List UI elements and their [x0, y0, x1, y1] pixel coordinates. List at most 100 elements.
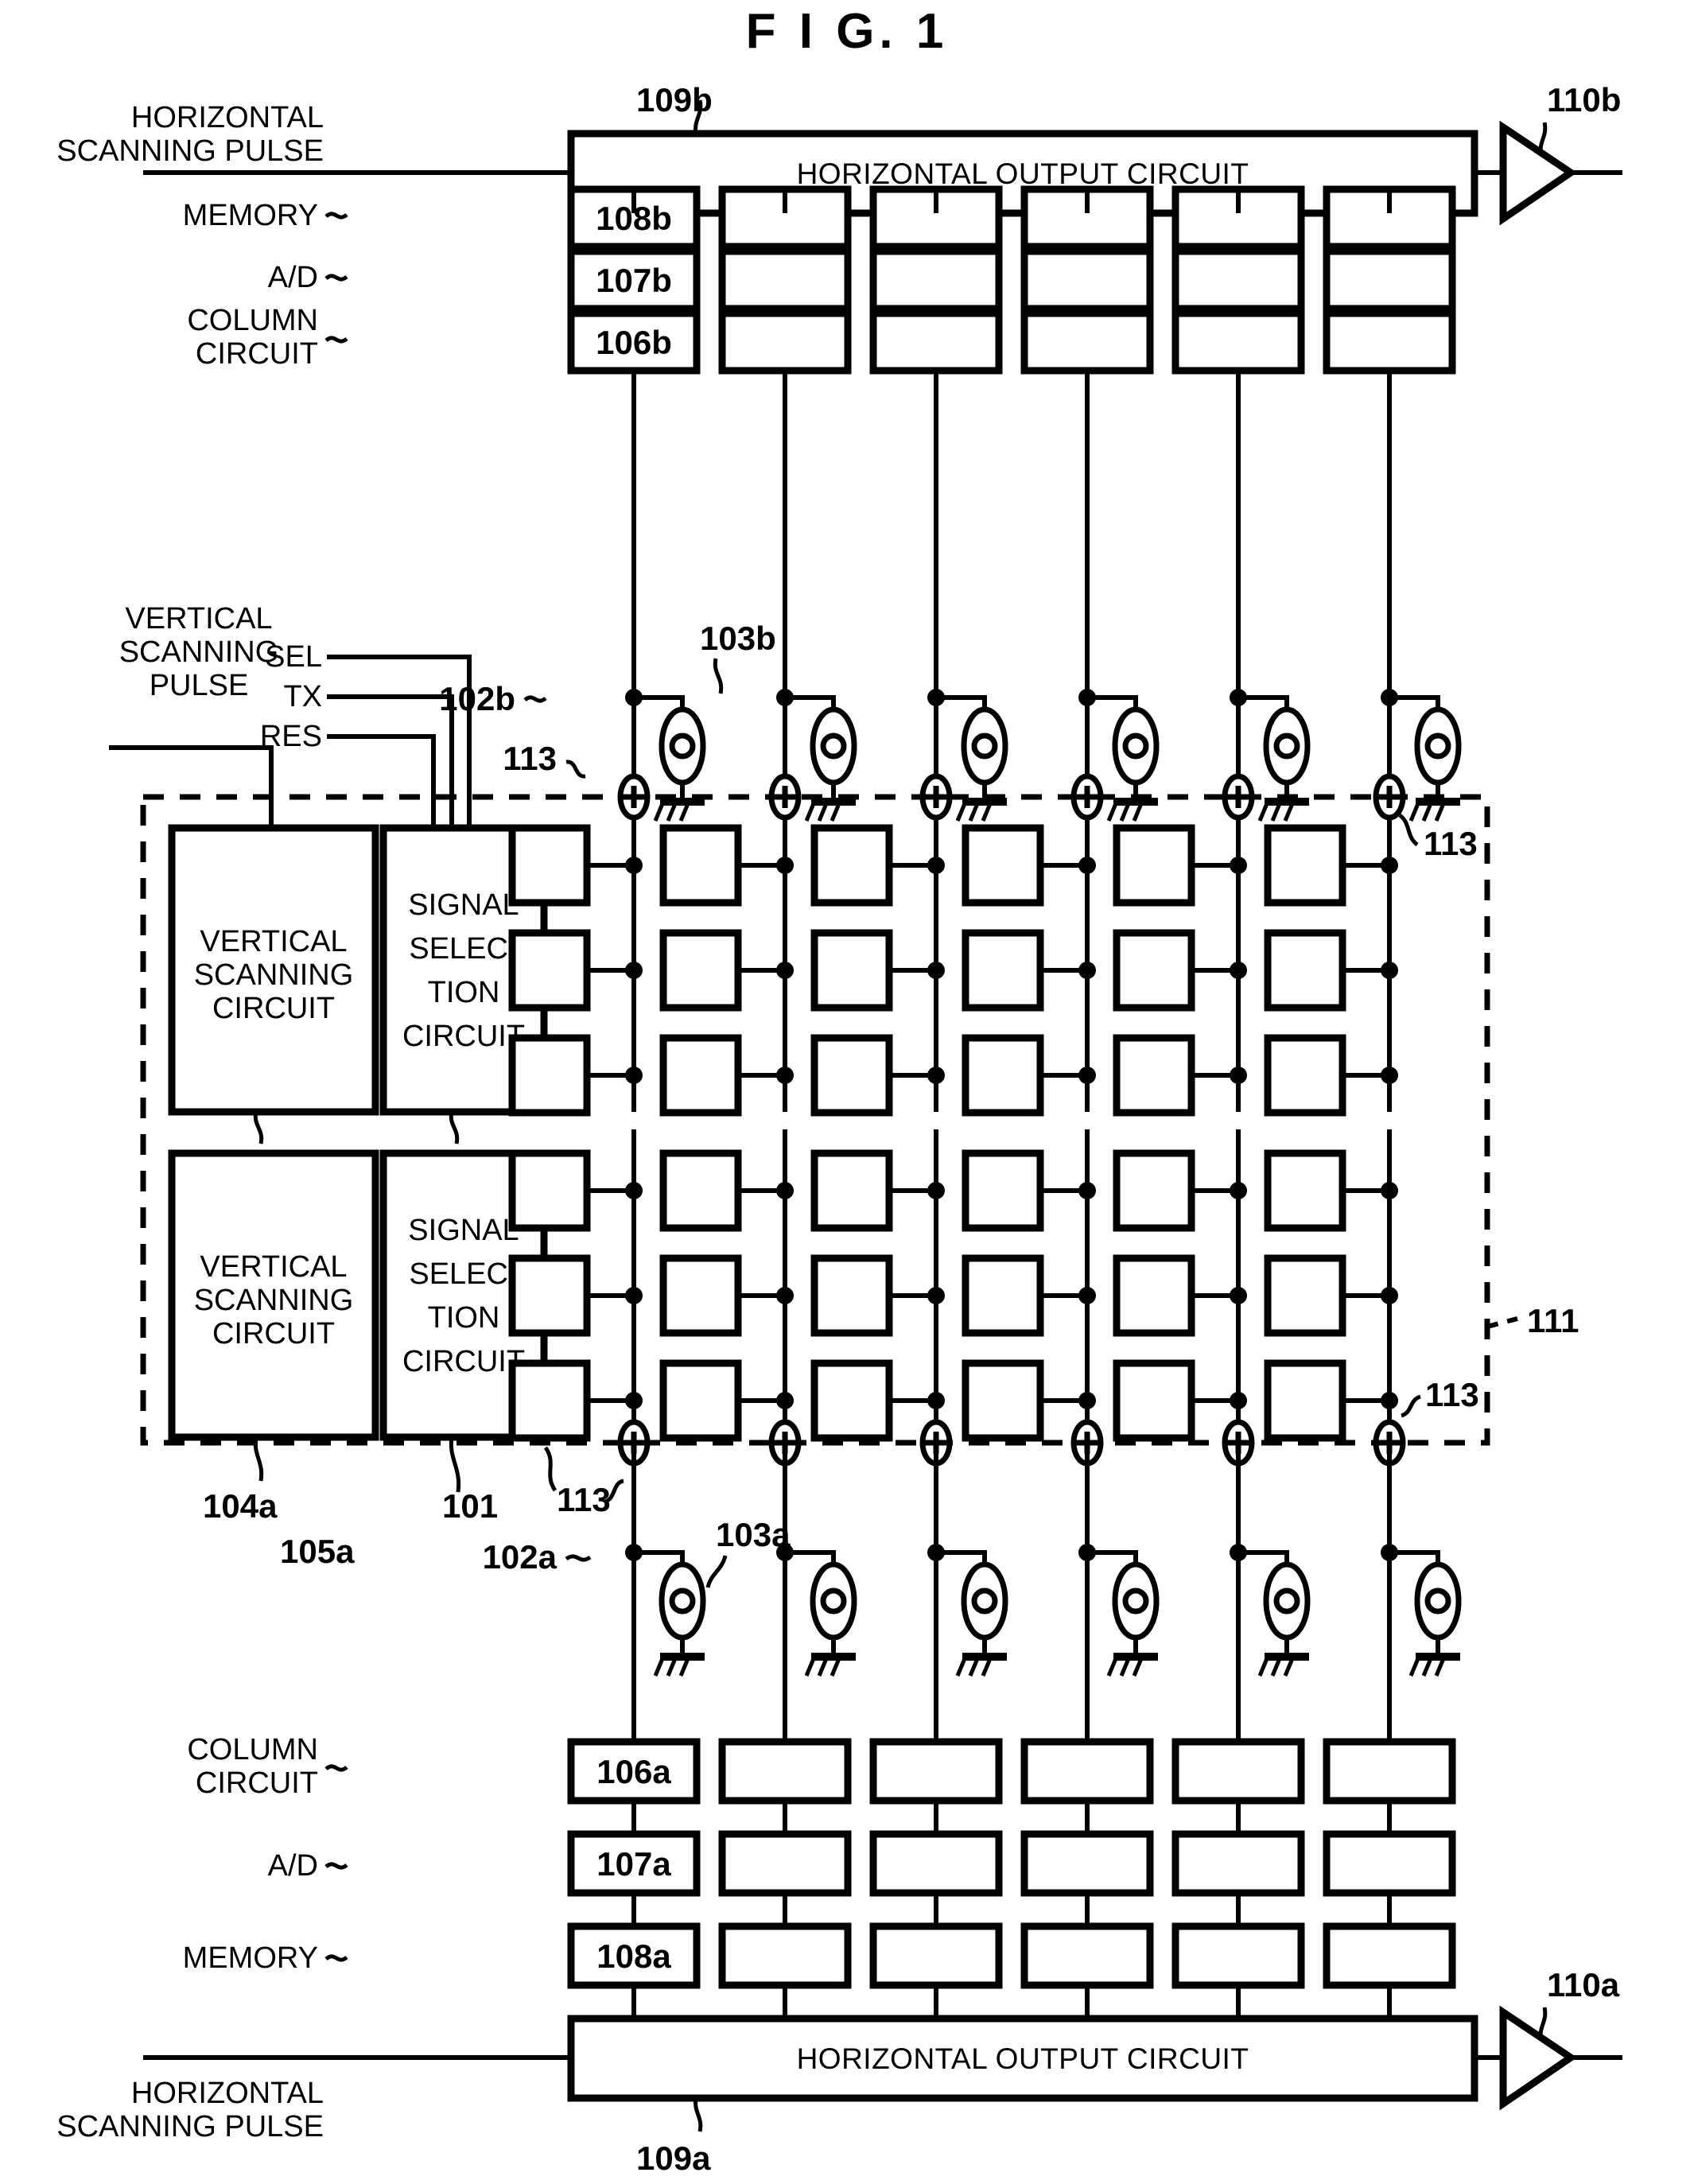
- bottom-column-circuit-label-line1: COLUMN: [187, 1733, 318, 1766]
- current-source-inner: [820, 733, 847, 760]
- top-ad-cell-6: [1323, 247, 1456, 313]
- connector-113: [768, 773, 802, 821]
- top-ad-cell-2: [718, 247, 852, 313]
- array-connector-ref-bottom-left: 113: [557, 1481, 611, 1518]
- bottom-ad-cell-6: [1323, 1830, 1456, 1897]
- bottom-memory-label: MEMORY: [183, 1941, 318, 1975]
- current-source-inner: [1273, 1587, 1300, 1615]
- connector-113: [617, 773, 651, 821]
- patent-figure-page: F I G. 1 HORIZONTAL SCANNING PULSE HORIZ…: [0, 0, 1694, 2184]
- bottom-ad-cell-5: [1171, 1830, 1305, 1897]
- top-column-circuit-cell-5: [1171, 309, 1305, 375]
- figure-svg: F I G. 1 HORIZONTAL SCANNING PULSE HORIZ…: [0, 0, 1694, 2184]
- top-connector-ref: 113: [503, 740, 557, 777]
- top-amplifier-ref: 110b: [1547, 81, 1621, 119]
- bottom-column-circuit-cell-6: [1323, 1738, 1456, 1805]
- signal-selection-circuit-b-label-line3: TION: [428, 976, 500, 1009]
- bottom-output-circuit-ref: 109a: [636, 2139, 711, 2177]
- vertical-scan-pulse-label-line3: PULSE: [150, 669, 249, 702]
- bottom-memory-ref: 108a: [596, 1937, 671, 1975]
- top-ad-cell-4: [1020, 247, 1154, 313]
- vertical-scan-pulse-label-line2: SCANNING: [119, 635, 279, 669]
- bottom-memory-cell-3: [869, 1922, 1003, 1989]
- figure-title: F I G. 1: [746, 4, 949, 59]
- bottom-current-source-ref: 103a: [716, 1516, 791, 1553]
- bottom-amplifier-ref: 110a: [1547, 1966, 1620, 2003]
- bottom-memory-cell-6: [1323, 1922, 1456, 1989]
- top-output-circuit-ref: 109b: [636, 81, 713, 119]
- bottom-ad-cell-3: [869, 1830, 1003, 1897]
- vertical-scanning-circuit-a-label-line1: VERTICAL: [200, 1250, 347, 1284]
- top-ad-ref: 107b: [596, 262, 672, 299]
- array-connector-ref-bottom-right: 113: [1425, 1376, 1479, 1413]
- bottom-memory-cell-4: [1020, 1922, 1154, 1989]
- current-source-inner: [1122, 733, 1149, 760]
- bottom-scan-pulse-label-line2: SCANNING PULSE: [56, 2110, 324, 2143]
- current-source-inner: [1424, 1587, 1451, 1615]
- bottom-ad-cell-4: [1020, 1830, 1154, 1897]
- signal-selection-circuit-a-label-line3: TION: [428, 1301, 500, 1335]
- bottom-memory-cell-2: [718, 1922, 852, 1989]
- current-source-inner: [820, 1587, 847, 1615]
- top-memory-label: MEMORY: [183, 199, 318, 232]
- top-ad-cell-3: [869, 247, 1003, 313]
- vertical-scanning-circuit-b-label-line3: CIRCUIT: [212, 992, 335, 1025]
- top-column-circuit-label-line2: CIRCUIT: [196, 337, 318, 371]
- top-horizontal-output-circuit-label: HORIZONTAL OUTPUT CIRCUIT: [797, 157, 1249, 190]
- pixel-array-ref: 101: [442, 1487, 498, 1525]
- bottom-memory-cell-5: [1171, 1922, 1305, 1989]
- current-source-inner: [1424, 733, 1451, 760]
- current-source-inner: [971, 733, 998, 760]
- bottom-ad-ref: 107a: [596, 1845, 671, 1883]
- vertical-scanning-circuit-a-label-line3: CIRCUIT: [212, 1317, 335, 1350]
- current-source-inner: [1122, 1587, 1149, 1615]
- sel-label: SEL: [265, 640, 322, 674]
- top-column-circuit-label-line1: COLUMN: [187, 304, 318, 337]
- bottom-horizontal-output-circuit-label: HORIZONTAL OUTPUT CIRCUIT: [797, 2042, 1249, 2075]
- signal-selection-circuit-a-ref: 105a: [280, 1533, 355, 1570]
- vertical-scanning-circuit-b-label-line2: SCANNING: [194, 958, 354, 992]
- bottom-column-circuit-cell-5: [1171, 1738, 1305, 1805]
- array-connector-ref-top-right: 113: [1424, 825, 1478, 862]
- signal-selection-circuit-a-label-line1: SIGNAL: [408, 1214, 519, 1247]
- bottom-scan-pulse-label-line1: HORIZONTAL: [131, 2077, 324, 2110]
- current-source-inner: [971, 1587, 998, 1615]
- vertical-scanning-circuit-a-label-line2: SCANNING: [194, 1284, 354, 1317]
- connector-113: [1222, 773, 1255, 821]
- top-scan-pulse-label-line1: HORIZONTAL: [131, 101, 324, 134]
- vertical-scanning-circuit-a-ref: 104a: [203, 1487, 278, 1525]
- res-label: RES: [260, 720, 322, 753]
- bottom-ad-label: A/D: [268, 1849, 318, 1883]
- top-column-circuit-cell-4: [1020, 309, 1154, 375]
- signal-selection-circuit-a-label-line2: SELEC-: [409, 1257, 518, 1291]
- signal-selection-circuit-b-label-line2: SELEC-: [409, 932, 518, 966]
- signal-selection-circuit-a-label-line4: CIRCUIT: [402, 1345, 525, 1378]
- current-source-inner: [1273, 733, 1300, 760]
- bottom-ad-cell-2: [718, 1830, 852, 1897]
- current-source-inner: [669, 733, 696, 760]
- sensor-chip-ref: 111: [1527, 1302, 1579, 1339]
- connector-113: [1373, 773, 1406, 821]
- current-source-inner: [669, 1587, 696, 1615]
- bottom-column-circuit-cell-3: [869, 1738, 1003, 1805]
- tx-label: TX: [283, 680, 322, 713]
- vertical-scan-pulse-label-line1: VERTICAL: [125, 602, 272, 635]
- top-column-circuit-cell-3: [869, 309, 1003, 375]
- top-scan-pulse-label-line2: SCANNING PULSE: [56, 134, 324, 168]
- bottom-column-circuit-cell-4: [1020, 1738, 1154, 1805]
- connector-113: [1070, 773, 1104, 821]
- bottom-signal-line-ref: 102a: [483, 1538, 558, 1576]
- signal-selection-circuit-b-label-line4: CIRCUIT: [402, 1020, 525, 1053]
- top-column-circuit-ref: 106b: [596, 324, 672, 361]
- bottom-column-circuit-label-line2: CIRCUIT: [196, 1766, 318, 1800]
- bottom-column-circuit-cell-2: [718, 1738, 852, 1805]
- top-ad-cell-5: [1171, 247, 1305, 313]
- top-ad-label: A/D: [268, 261, 318, 294]
- connector-113: [919, 773, 953, 821]
- signal-selection-circuit-b-label-line1: SIGNAL: [408, 888, 519, 922]
- bottom-column-circuit-ref: 106a: [596, 1753, 671, 1790]
- vertical-scanning-circuit-b-label-line1: VERTICAL: [200, 925, 347, 958]
- top-column-circuit-cell-6: [1323, 309, 1456, 375]
- top-current-source-ref: 103b: [700, 620, 776, 657]
- top-column-circuit-cell-2: [718, 309, 852, 375]
